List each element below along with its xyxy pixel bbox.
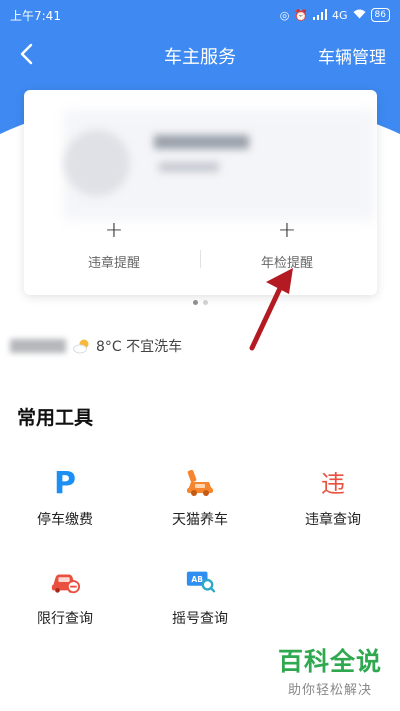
violation-icon: 违 xyxy=(318,467,348,497)
watermark-title: 百科全说 xyxy=(277,647,382,676)
car-repair-icon xyxy=(185,467,215,497)
tool-restriction-query[interactable]: 限行查询 xyxy=(10,566,120,628)
chevron-left-icon xyxy=(20,43,33,65)
blurred-city-name xyxy=(10,339,66,353)
status-time: 上午7:41 xyxy=(10,8,61,23)
tool-label: 摇号查询 xyxy=(172,611,228,627)
watermark: 百科全说 助你轻松解决 xyxy=(278,647,382,698)
status-icons: ◎ ⏰ 4G 86 xyxy=(280,8,390,22)
lottery-search-icon: AB xyxy=(185,566,215,596)
restricted-car-icon xyxy=(50,566,80,596)
violation-reminder-button[interactable]: + 违章提醒 xyxy=(39,218,189,272)
weather-text: 8°C 不宜洗车 xyxy=(96,339,183,355)
violation-reminder-label: 违章提醒 xyxy=(87,256,140,271)
battery-icon: 86 xyxy=(370,8,390,22)
hotspot-icon: ◎ xyxy=(279,8,290,22)
network-type: 4G xyxy=(332,8,348,22)
tool-violation-query[interactable]: 违 违章查询 xyxy=(278,467,388,529)
svg-text:违: 违 xyxy=(321,470,345,497)
vehicle-management-button[interactable]: 车辆管理 xyxy=(318,43,386,68)
signal-icon xyxy=(313,8,328,22)
nav-bar: 车主服务 车辆管理 xyxy=(0,32,400,76)
carousel-dot-active xyxy=(192,300,198,305)
parking-icon: P xyxy=(50,467,80,497)
tool-tmall-car-care[interactable]: 天猫养车 xyxy=(145,467,255,529)
watermark-subtitle: 助你轻松解决 xyxy=(287,683,372,698)
carousel-indicator xyxy=(0,300,400,305)
vehicle-card[interactable]: + 违章提醒 + 年检提醒 xyxy=(24,90,377,295)
alarm-icon: ⏰ xyxy=(294,8,309,22)
tool-label: 天猫养车 xyxy=(172,512,228,528)
card-divider xyxy=(200,250,201,268)
tool-parking-payment[interactable]: P 停车缴费 xyxy=(10,467,120,529)
annual-inspection-reminder-button[interactable]: + 年检提醒 xyxy=(212,218,362,272)
back-button[interactable] xyxy=(8,36,44,72)
status-bar: 上午7:41 ◎ ⏰ 4G 86 xyxy=(0,0,400,30)
weather-row[interactable]: 8°C 不宜洗车 xyxy=(10,335,182,357)
wifi-icon xyxy=(353,9,366,21)
plus-icon: + xyxy=(277,218,297,243)
tool-label: 限行查询 xyxy=(37,611,93,627)
tools-section-title: 常用工具 xyxy=(17,407,94,429)
tool-lottery-query[interactable]: AB 摇号查询 xyxy=(145,566,255,628)
svg-text:P: P xyxy=(54,467,76,497)
blurred-plate-number xyxy=(154,135,249,149)
tool-label: 违章查询 xyxy=(305,512,361,528)
carousel-dot xyxy=(202,300,208,305)
plus-icon: + xyxy=(104,218,124,243)
annotation-arrow-icon xyxy=(249,268,293,351)
partly-cloudy-icon xyxy=(73,339,89,354)
tool-label: 停车缴费 xyxy=(37,512,93,528)
blurred-vehicle-detail xyxy=(159,162,219,172)
svg-text:AB: AB xyxy=(191,575,203,584)
blurred-vehicle-avatar xyxy=(64,130,130,196)
